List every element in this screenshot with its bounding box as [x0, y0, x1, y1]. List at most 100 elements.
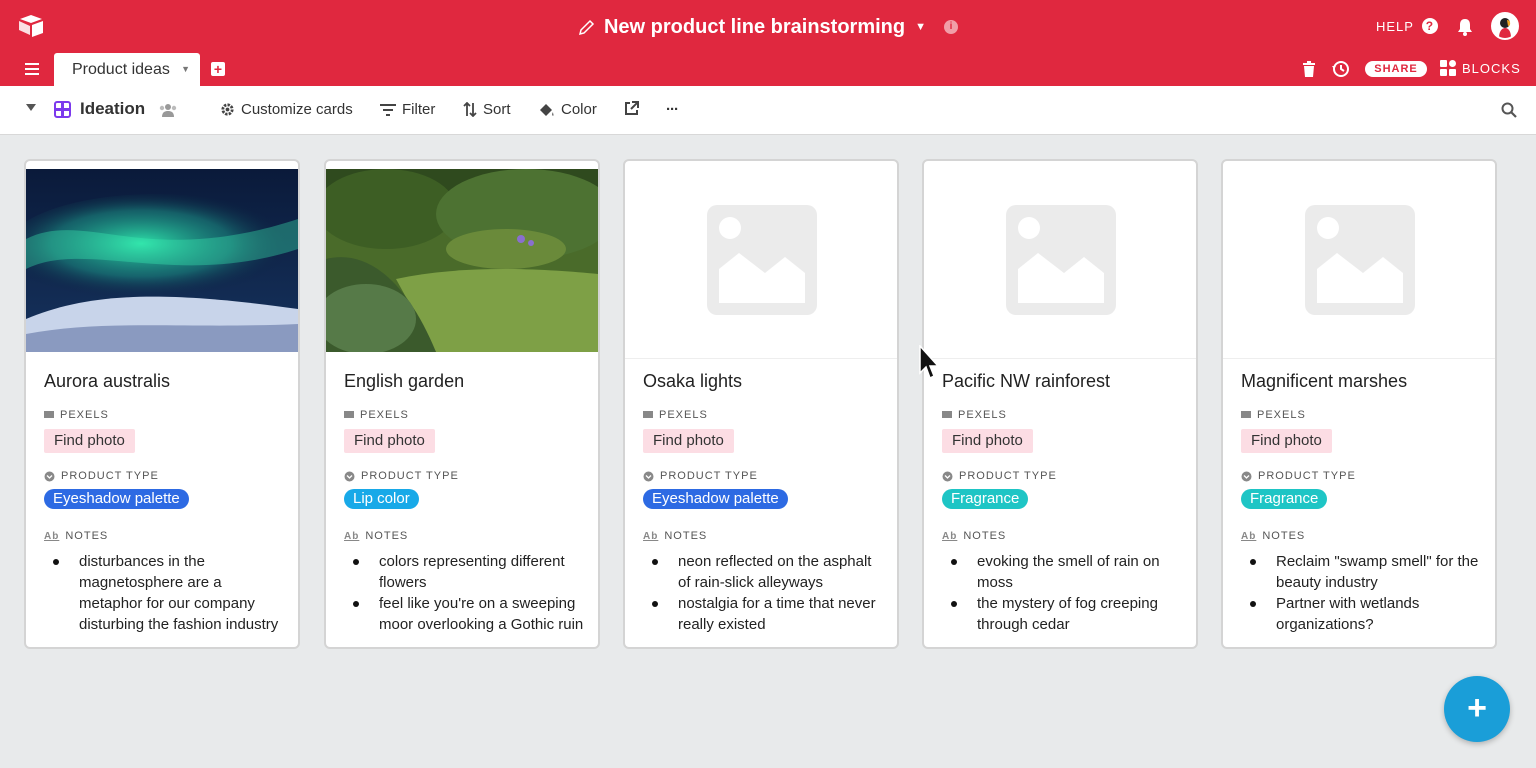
notes-field: neon reflected on the asphalt of rain-sl…: [643, 551, 887, 635]
filter-button[interactable]: Filter: [380, 101, 435, 118]
airtable-logo-icon[interactable]: [18, 14, 44, 38]
card-title: English garden: [344, 371, 465, 391]
gallery-card[interactable]: Magnificent marshes PEXELS Find photo PR…: [1221, 159, 1497, 649]
pexels-link-button[interactable]: Find photo: [344, 429, 435, 453]
customize-cards-label: Customize cards: [241, 101, 353, 118]
image-placeholder-icon: [1006, 205, 1116, 315]
long-text-field-icon: Ab: [344, 530, 360, 542]
color-button[interactable]: Color: [538, 101, 597, 118]
add-record-button[interactable]: +: [1444, 676, 1510, 742]
image-placeholder-icon: [1305, 205, 1415, 315]
attachment-field-icon: [344, 411, 354, 418]
bell-icon[interactable]: [1457, 18, 1473, 36]
field-label-text: PRODUCT TYPE: [61, 470, 159, 482]
pencil-icon[interactable]: [578, 18, 596, 36]
gallery-card[interactable]: English garden PEXELS Find photo PRODUCT…: [324, 159, 600, 649]
card-cover-image[interactable]: [326, 169, 598, 352]
tab-product-ideas[interactable]: Product ideas ▼: [54, 53, 200, 86]
field-label-pexels: PEXELS: [344, 409, 409, 421]
single-select-field-icon: [643, 471, 654, 481]
note-list-item: Partner with wetlands organizations?: [1250, 593, 1485, 635]
attachment-field-icon: [1241, 411, 1251, 418]
notes-field: evoking the smell of rain on moss the mys…: [942, 551, 1186, 635]
long-text-field-icon: Ab: [44, 530, 60, 542]
base-title[interactable]: New product line brainstorming: [604, 12, 905, 42]
pexels-link-button[interactable]: Find photo: [643, 429, 734, 453]
field-label-pexels: PEXELS: [1241, 409, 1306, 421]
card-title: Aurora australis: [44, 371, 171, 391]
note-list-item: the mystery of fog creeping through ceda…: [951, 593, 1186, 635]
pexels-link-button[interactable]: Find photo: [1241, 429, 1332, 453]
field-label-text: NOTES: [1262, 530, 1306, 542]
product-type-badge: Eyeshadow palette: [44, 489, 189, 509]
share-view-button[interactable]: [624, 101, 639, 116]
tab-chevron-down-icon[interactable]: ▼: [181, 53, 190, 86]
field-label-text: NOTES: [65, 530, 109, 542]
product-type-badge: Lip color: [344, 489, 419, 509]
field-label-text: PEXELS: [1257, 409, 1306, 421]
sort-button[interactable]: Sort: [463, 101, 511, 118]
help-label: HELP: [1376, 18, 1414, 34]
card-cover-placeholder[interactable]: [1223, 161, 1495, 359]
field-label-text: PRODUCT TYPE: [361, 470, 459, 482]
more-options-icon[interactable]: ···: [666, 101, 679, 118]
info-icon[interactable]: i: [944, 20, 959, 34]
product-type-badge: Eyeshadow palette: [643, 489, 788, 509]
view-switcher-chevron-icon[interactable]: [26, 104, 36, 111]
field-label-text: NOTES: [365, 530, 409, 542]
field-label-pexels: PEXELS: [44, 409, 109, 421]
trash-icon[interactable]: [1303, 61, 1315, 77]
menu-icon[interactable]: [25, 63, 39, 75]
card-title: Magnificent marshes: [1241, 371, 1408, 391]
blocks-label: BLOCKS: [1462, 60, 1521, 76]
note-list-item: evoking the smell of rain on moss: [951, 551, 1186, 593]
card-cover-placeholder[interactable]: [625, 161, 897, 359]
field-label-text: PEXELS: [958, 409, 1007, 421]
paint-bucket-icon: [540, 103, 554, 116]
single-select-field-icon: [344, 471, 355, 481]
field-label-text: PEXELS: [60, 409, 109, 421]
field-label-notes: Ab NOTES: [44, 530, 108, 542]
add-table-icon[interactable]: +: [211, 62, 225, 76]
field-label-text: PEXELS: [360, 409, 409, 421]
view-name[interactable]: Ideation: [80, 99, 145, 119]
external-link-icon: [625, 101, 639, 115]
pexels-link-button[interactable]: Find photo: [942, 429, 1033, 453]
single-select-field-icon: [942, 471, 953, 481]
field-label-text: NOTES: [963, 530, 1007, 542]
base-title-chevron-down-icon[interactable]: ▼: [915, 12, 926, 42]
mouse-cursor-icon: [919, 345, 940, 380]
long-text-field-icon: Ab: [942, 530, 958, 542]
field-label-product-type: PRODUCT TYPE: [44, 470, 159, 482]
app-header: New product line brainstorming ▼ i HELP …: [0, 0, 1536, 86]
gallery-card[interactable]: Osaka lights PEXELS Find photo PRODUCT T…: [623, 159, 899, 649]
notes-field: disturbances in the magnetosphere are a …: [44, 551, 288, 635]
gallery-card[interactable]: Pacific NW rainforest PEXELS Find photo …: [922, 159, 1198, 649]
color-label: Color: [561, 101, 597, 118]
customize-cards-button[interactable]: Customize cards: [220, 101, 353, 118]
product-type-badge: Fragrance: [942, 489, 1029, 509]
help-button[interactable]: HELP ?: [1376, 18, 1438, 34]
attachment-field-icon: [643, 411, 653, 418]
search-icon[interactable]: [1501, 102, 1517, 118]
single-select-field-icon: [1241, 471, 1252, 481]
field-label-text: PRODUCT TYPE: [660, 470, 758, 482]
pexels-link-button[interactable]: Find photo: [44, 429, 135, 453]
tab-label: Product ideas: [72, 61, 170, 78]
card-title: Osaka lights: [643, 371, 743, 391]
card-cover-image[interactable]: [26, 169, 298, 352]
card-cover-placeholder[interactable]: [924, 161, 1196, 359]
gallery-card[interactable]: Aurora australis PEXELS Find photo PRODU…: [24, 159, 300, 649]
history-icon[interactable]: [1332, 60, 1350, 78]
product-type-badge: Fragrance: [1241, 489, 1328, 509]
blocks-button[interactable]: BLOCKS: [1440, 60, 1521, 76]
field-label-product-type: PRODUCT TYPE: [1241, 470, 1356, 482]
note-list-item: colors representing different flowers: [353, 551, 588, 593]
avatar[interactable]: [1491, 12, 1519, 40]
field-label-notes: Ab NOTES: [1241, 530, 1305, 542]
note-list-item: neon reflected on the asphalt of rain-sl…: [652, 551, 887, 593]
note-list-item: nostalgia for a time that never really e…: [652, 593, 887, 635]
field-label-text: PRODUCT TYPE: [959, 470, 1057, 482]
long-text-field-icon: Ab: [643, 530, 659, 542]
share-button[interactable]: SHARE: [1365, 61, 1427, 77]
